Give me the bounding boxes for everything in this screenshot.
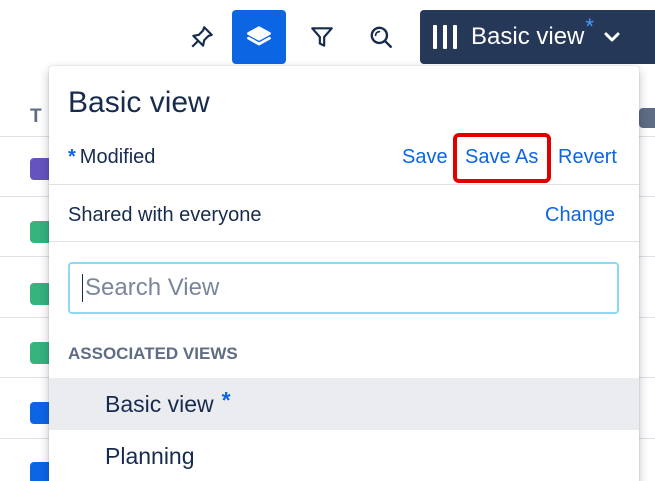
- layers-button[interactable]: [232, 10, 286, 64]
- view-modified-star: *: [585, 14, 594, 39]
- chevron-down-icon: [604, 31, 620, 43]
- view-item-label: Planning: [105, 442, 195, 469]
- pin-icon: [191, 26, 213, 48]
- layers-icon: [247, 26, 271, 46]
- divider: [49, 241, 639, 242]
- filter-button[interactable]: [295, 10, 349, 64]
- view-item-label: Basic view: [105, 390, 214, 417]
- add-column-icon[interactable]: [639, 108, 655, 128]
- save-as-button[interactable]: Save As: [465, 146, 538, 169]
- dropdown-title: Basic view: [68, 86, 210, 119]
- search-view-input[interactable]: Search View: [68, 262, 619, 314]
- search-button[interactable]: [354, 10, 408, 64]
- view-dropdown: Basic view * Modified Save Save As Revert…: [49, 66, 639, 481]
- sharing-label: Shared with everyone: [68, 204, 262, 226]
- associated-views-heading: ASSOCIATED VIEWS: [68, 344, 238, 363]
- columns-icon: [433, 25, 457, 49]
- change-sharing-button[interactable]: Change: [545, 204, 615, 227]
- search-view-placeholder: Search View: [85, 274, 220, 301]
- save-button[interactable]: Save: [402, 146, 448, 169]
- view-item-planning[interactable]: Planning: [49, 430, 639, 481]
- view-selector-label: Basic view: [471, 23, 585, 50]
- view-modified-star: *: [221, 386, 231, 413]
- modified-label: Modified: [79, 146, 156, 168]
- view-item-basic-view[interactable]: Basic view *: [49, 378, 639, 430]
- divider: [49, 184, 639, 185]
- filter-icon: [311, 27, 333, 47]
- view-selector-button[interactable]: Basic view *: [420, 10, 655, 64]
- modified-indicator: * Modified: [68, 146, 155, 169]
- search-icon: [370, 26, 392, 48]
- toolbar: Basic view *: [0, 0, 655, 66]
- modified-star: *: [68, 146, 76, 168]
- revert-button[interactable]: Revert: [558, 146, 617, 169]
- pin-button[interactable]: [175, 10, 229, 64]
- text-caret: [82, 274, 83, 302]
- column-header: T: [30, 106, 42, 127]
